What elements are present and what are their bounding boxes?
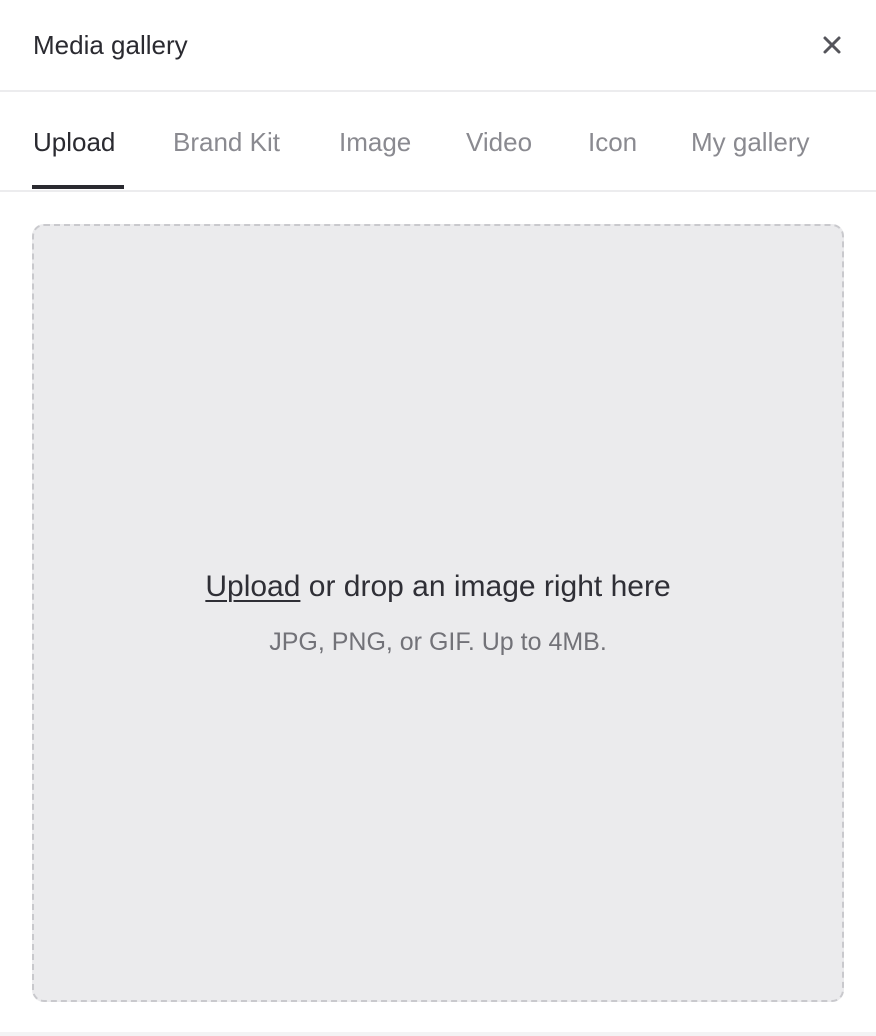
tab-brand-kit[interactable]: Brand Kit bbox=[173, 126, 280, 158]
tab-video[interactable]: Video bbox=[466, 126, 532, 158]
close-button[interactable] bbox=[814, 27, 850, 63]
tab-image[interactable]: Image bbox=[339, 126, 411, 158]
upload-link[interactable]: Upload bbox=[205, 570, 300, 603]
media-gallery-panel: Media gallery Upload Brand Kit Image Vid… bbox=[0, 0, 876, 1032]
tab-icon[interactable]: Icon bbox=[588, 126, 637, 158]
panel-title: Media gallery bbox=[33, 30, 188, 60]
dropzone-message: Upload or drop an image right here bbox=[34, 568, 842, 606]
dropzone-hint: JPG, PNG, or GIF. Up to 4MB. bbox=[269, 628, 607, 656]
tab-my-gallery[interactable]: My gallery bbox=[691, 126, 809, 158]
upload-dropzone[interactable]: Upload or drop an image right here JPG, … bbox=[32, 224, 844, 1002]
active-tab-indicator bbox=[32, 185, 124, 189]
tab-bar: Upload Brand Kit Image Video Icon My gal… bbox=[0, 92, 876, 192]
dropzone-main-text: or drop an image right here bbox=[300, 570, 671, 603]
panel-header: Media gallery bbox=[0, 0, 876, 92]
tab-upload[interactable]: Upload bbox=[33, 126, 115, 158]
close-icon bbox=[823, 36, 841, 54]
